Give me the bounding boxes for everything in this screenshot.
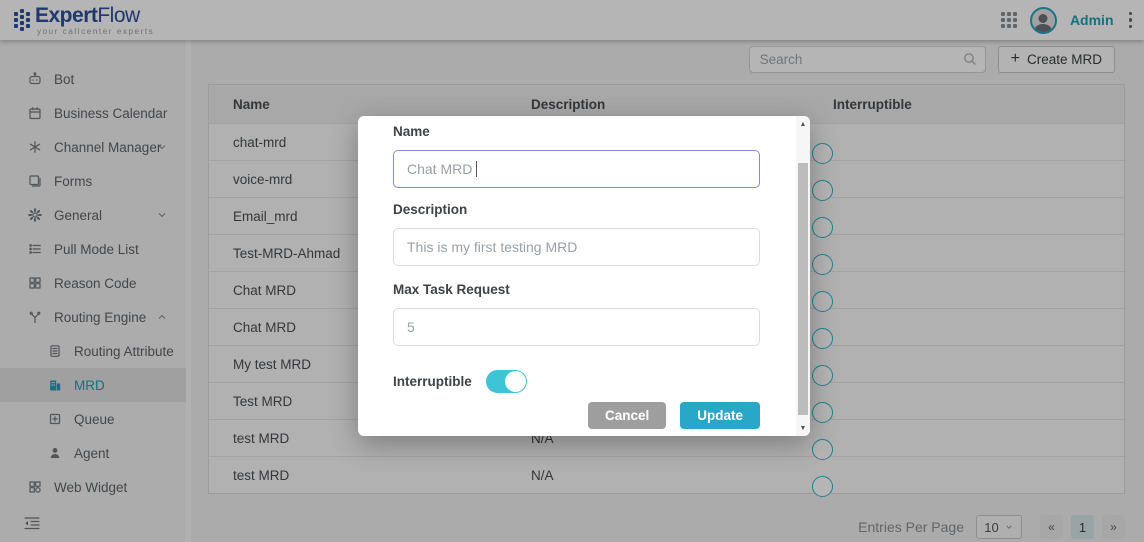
interruptible-label: Interruptible <box>393 374 472 389</box>
max-task-request-input[interactable] <box>393 308 760 346</box>
name-label: Name <box>393 124 760 140</box>
cancel-button[interactable]: Cancel <box>588 402 666 429</box>
description-input[interactable] <box>393 228 760 266</box>
scrollbar-thumb[interactable] <box>798 163 808 415</box>
interruptible-toggle[interactable] <box>486 370 527 393</box>
modal-scrollbar[interactable]: ▲ ▼ <box>796 116 810 436</box>
scroll-up-icon[interactable]: ▲ <box>796 117 810 131</box>
edit-mrd-modal: Name Chat MRD Description Max Task Reque… <box>358 116 810 436</box>
update-button[interactable]: Update <box>680 402 760 429</box>
max-task-request-label: Max Task Request <box>393 282 760 298</box>
text-caret <box>476 161 477 177</box>
name-input[interactable]: Chat MRD <box>393 150 760 188</box>
description-label: Description <box>393 202 760 218</box>
scroll-down-icon[interactable]: ▼ <box>796 421 810 435</box>
